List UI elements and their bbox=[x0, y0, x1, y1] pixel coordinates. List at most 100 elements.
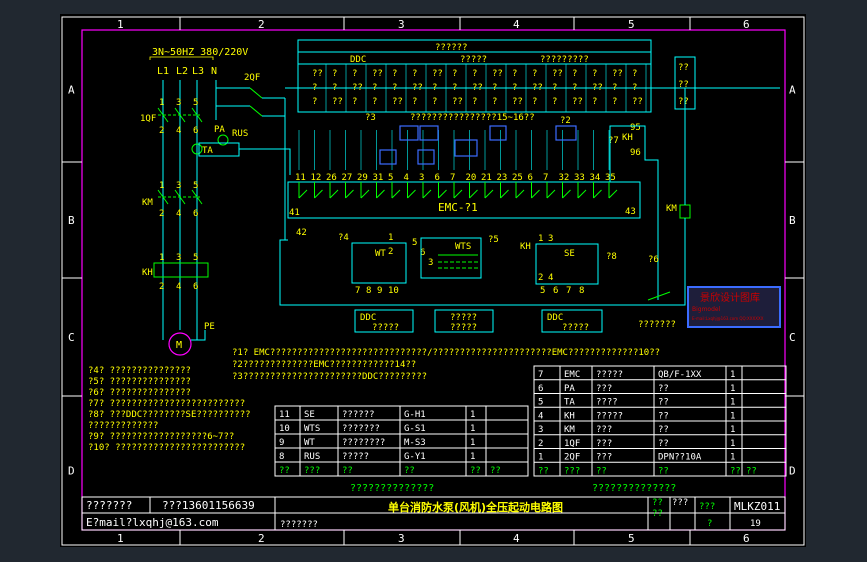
bom-left-cell: 1 bbox=[470, 438, 475, 448]
function-table-cell: ? bbox=[372, 97, 377, 107]
col-a1: ?? bbox=[652, 498, 663, 508]
emc-terminal-26: 26 bbox=[326, 173, 337, 183]
note-right-3: ?3??????????????????????DDC????????? bbox=[232, 372, 427, 382]
function-table-cell: ?? bbox=[532, 83, 543, 93]
bom-right-cell: ??? bbox=[596, 453, 612, 463]
emc-terminal-5: 5 bbox=[388, 173, 393, 183]
function-table-ddc: DDC bbox=[350, 55, 366, 65]
bom-left-cell: ?? bbox=[279, 466, 290, 476]
grid-column-top-2: 2 bbox=[258, 18, 265, 31]
kh-top-3: 3 bbox=[176, 253, 181, 263]
bom-left-cell: 11 bbox=[279, 410, 290, 420]
bom-left-cell: G-Y1 bbox=[404, 452, 426, 462]
bom-right-cell: 4 bbox=[538, 411, 543, 421]
phase-l2: L2 bbox=[176, 66, 188, 77]
note-left-6: ????????????? bbox=[88, 421, 158, 431]
note-left-3: ?6? ??????????????? bbox=[88, 388, 191, 398]
se-terminal-6: 6 bbox=[553, 286, 558, 296]
bom-right-cell: ?? bbox=[658, 466, 669, 476]
bom-caption: ?????????????? bbox=[350, 483, 434, 494]
emc-terminal-25: 25 bbox=[512, 173, 523, 183]
function-table-cell: ?? bbox=[512, 97, 523, 107]
emc-terminal-29: 29 bbox=[357, 173, 368, 183]
emc-in-43: 43 bbox=[625, 207, 636, 217]
check-label: ??????? bbox=[280, 520, 318, 530]
emc-terminal-21: 21 bbox=[481, 173, 492, 183]
grid-row-right-B: B bbox=[789, 214, 796, 227]
function-table-cell: ? bbox=[612, 83, 617, 93]
emc-terminal-27: 27 bbox=[342, 173, 353, 183]
function-table-cell: ? bbox=[392, 69, 397, 79]
emc-in-41: 41 bbox=[289, 208, 300, 218]
emc-terminal-6: 6 bbox=[528, 173, 533, 183]
note-left-4: ?7? ????????????????????????? bbox=[88, 399, 245, 409]
km-top-5: 5 bbox=[193, 181, 198, 191]
bom-right-cell: 1 bbox=[730, 425, 735, 435]
function-table-cell: ?? bbox=[552, 69, 563, 79]
se-label: SE bbox=[564, 249, 575, 259]
km-coil-label: KM bbox=[666, 204, 677, 214]
emc-terminal-20: 20 bbox=[466, 173, 477, 183]
bom-left-cell: 1 bbox=[470, 410, 475, 420]
bom-right-cell: ?? bbox=[538, 466, 549, 476]
bom-left-cell: M-S3 bbox=[404, 438, 426, 448]
designer-stamp: 景欣设计图库 Bigmodel E-mail:Lxqhj@163.com QQ:… bbox=[687, 286, 781, 328]
bom-right-cell: ?? bbox=[596, 466, 607, 476]
function-table-cell: ? bbox=[632, 69, 637, 79]
grid-column-top-6: 6 bbox=[743, 18, 750, 31]
function-table-note-mid: ????????????????15~16?? bbox=[410, 113, 535, 123]
emc-terminal-7: 7 bbox=[450, 173, 455, 183]
phase-l3: L3 bbox=[192, 66, 204, 77]
bom-right-cell: 1 bbox=[538, 453, 543, 463]
bom-left-cell: 8 bbox=[279, 452, 284, 462]
grid-column-bottom-6: 6 bbox=[743, 532, 750, 545]
km-bot-4: 4 bbox=[176, 209, 181, 219]
ddc-mid-label: ????? bbox=[450, 313, 477, 323]
grid-row-left-C: C bbox=[68, 331, 75, 344]
function-table-cell: ?? bbox=[572, 97, 583, 107]
wts-terminal-5: 5 bbox=[412, 238, 417, 248]
function-table-cell: ?? bbox=[592, 83, 603, 93]
bom-right-cell: 1 bbox=[730, 411, 735, 421]
function-table-cell: ? bbox=[592, 97, 597, 107]
bom-right-cell: ??? bbox=[596, 439, 612, 449]
kh-top-5: 5 bbox=[193, 253, 198, 263]
grid-column-bottom-2: 2 bbox=[258, 532, 265, 545]
function-table-cell: ?? bbox=[632, 97, 643, 107]
bom-right-cell: 2QF bbox=[564, 453, 580, 463]
page-number: 19 bbox=[750, 519, 761, 529]
bom-left-cell: 1 bbox=[470, 452, 475, 462]
bom-right-cell: ?? bbox=[746, 466, 757, 476]
km-label: KM bbox=[142, 198, 153, 208]
bom-caption-right: ?????????????? bbox=[592, 483, 676, 494]
kh-bot-6: 6 bbox=[193, 282, 198, 292]
col-a2: ?? bbox=[652, 509, 663, 519]
grid-row-left-D: D bbox=[68, 465, 75, 478]
rus-label: RUS bbox=[232, 129, 248, 139]
note-left-7: ?9? ??????????????????6~7?? bbox=[88, 432, 234, 442]
col-b: ??? bbox=[672, 498, 688, 508]
bom-right-cell: ??? bbox=[596, 425, 612, 435]
bom-right-cell: ??? bbox=[564, 466, 580, 476]
qf1-bot-6: 6 bbox=[193, 126, 198, 136]
bom-left-cell: G-S1 bbox=[404, 424, 426, 434]
grid-row-right-D: D bbox=[789, 465, 796, 478]
supply-spec: 3N~50HZ 380/220V bbox=[152, 47, 248, 58]
bom-right-cell: 5 bbox=[538, 398, 543, 408]
bom-left-cell: ?? bbox=[490, 466, 501, 476]
emc-terminal-32: 32 bbox=[559, 173, 570, 183]
function-table-cell: ? bbox=[632, 83, 637, 93]
bom-left-cell: SE bbox=[304, 410, 315, 420]
note-left-2: ?5? ??????????????? bbox=[88, 377, 191, 387]
function-table-note-3: ?3 bbox=[365, 113, 376, 123]
qf2-label: 2QF bbox=[244, 73, 260, 83]
function-table-cell: ?? bbox=[392, 97, 403, 107]
drawing-number: MLKZ011 bbox=[734, 500, 780, 513]
function-table-cell: ? bbox=[312, 97, 317, 107]
note-left-5: ?8? ???DDC????????SE?????????? bbox=[88, 410, 251, 420]
function-table-cell: ? bbox=[492, 97, 497, 107]
col-c1: ??? bbox=[699, 502, 715, 512]
function-table-cell: ? bbox=[432, 83, 437, 93]
function-table-cell: ? bbox=[552, 83, 557, 93]
bom-right-cell: KM bbox=[564, 425, 575, 435]
